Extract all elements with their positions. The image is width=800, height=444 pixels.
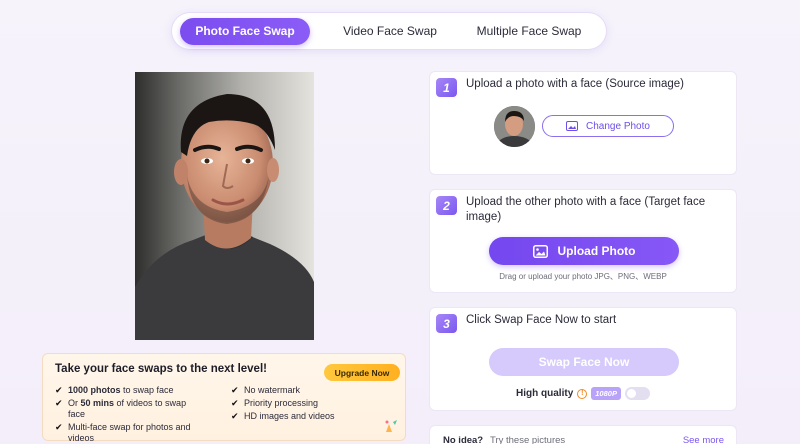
step-1-card: 1 Upload a photo with a face (Source ima… — [429, 71, 737, 175]
check-icon: ✔ — [231, 385, 239, 395]
check-icon: ✔ — [55, 422, 63, 432]
high-quality-toggle[interactable] — [624, 387, 650, 400]
mode-tabs: Photo Face Swap Video Face Swap Multiple… — [172, 13, 606, 49]
tab-photo-face-swap[interactable]: Photo Face Swap — [180, 17, 310, 45]
feature-item: ✔ Or 50 mins of videos to swap face — [55, 398, 187, 419]
feature-item: ✔ Multi-face swap for photos and videos — [55, 422, 191, 443]
upload-hint: Drag or upload your photo JPG、PNG、WEBP — [499, 272, 667, 281]
features-left: ✔ 1000 photos to swap face ✔ Or 50 mins … — [55, 385, 205, 444]
step-2-text: Upload the other photo with a face (Targ… — [466, 196, 706, 223]
check-icon: ✔ — [55, 398, 63, 408]
feature-item: ✔ HD images and videos — [231, 411, 335, 421]
features-right: ✔ No watermark ✔ Priority processing ✔ H… — [231, 385, 361, 424]
image-icon — [532, 244, 548, 258]
feature-item: ✔ No watermark — [231, 385, 301, 395]
feature-item: ✔ Priority processing — [231, 398, 319, 408]
upgrade-now-button[interactable]: Upgrade Now — [324, 364, 400, 381]
change-photo-button[interactable]: Change Photo — [542, 115, 674, 137]
step-2-badge: 2 — [436, 196, 457, 215]
step-2-card: 2 Upload the other photo with a face (Ta… — [429, 189, 737, 293]
tab-multiple-face-swap[interactable]: Multiple Face Swap — [464, 18, 594, 45]
info-icon[interactable]: ! — [577, 388, 588, 399]
check-icon: ✔ — [231, 411, 239, 421]
preview-image — [135, 72, 314, 340]
ideas-card: No idea? Try these pictures See more — [429, 425, 737, 444]
feature-item: ✔ 1000 photos to swap face — [55, 385, 174, 395]
no-idea-label: No idea? — [443, 435, 484, 444]
source-avatar — [494, 106, 535, 147]
check-icon: ✔ — [55, 385, 63, 395]
high-quality-label: High quality — [516, 388, 574, 399]
step-3-card: 3 Click Swap Face Now to start Swap Face… — [429, 307, 737, 411]
check-icon: ✔ — [231, 398, 239, 408]
step-3-text: Click Swap Face Now to start — [466, 314, 617, 326]
upload-photo-button[interactable]: Upload Photo — [489, 237, 679, 265]
upgrade-card: Take your face swaps to the next level! … — [42, 353, 406, 444]
swap-face-now-button[interactable]: Swap Face Now — [489, 348, 679, 376]
step-1-badge: 1 — [436, 78, 457, 97]
try-pictures-text: Try these pictures — [490, 435, 566, 444]
step-1-text: Upload a photo with a face (Source image… — [466, 78, 684, 90]
image-icon — [566, 121, 579, 131]
see-more-link[interactable]: See more — [683, 435, 724, 444]
step-3-badge: 3 — [436, 314, 457, 333]
high-quality-row: High quality ! 1080P — [430, 387, 736, 400]
tab-video-face-swap[interactable]: Video Face Swap — [320, 18, 460, 45]
sparkle-decoration-icon — [385, 420, 397, 432]
resolution-badge: 1080P — [591, 387, 621, 400]
